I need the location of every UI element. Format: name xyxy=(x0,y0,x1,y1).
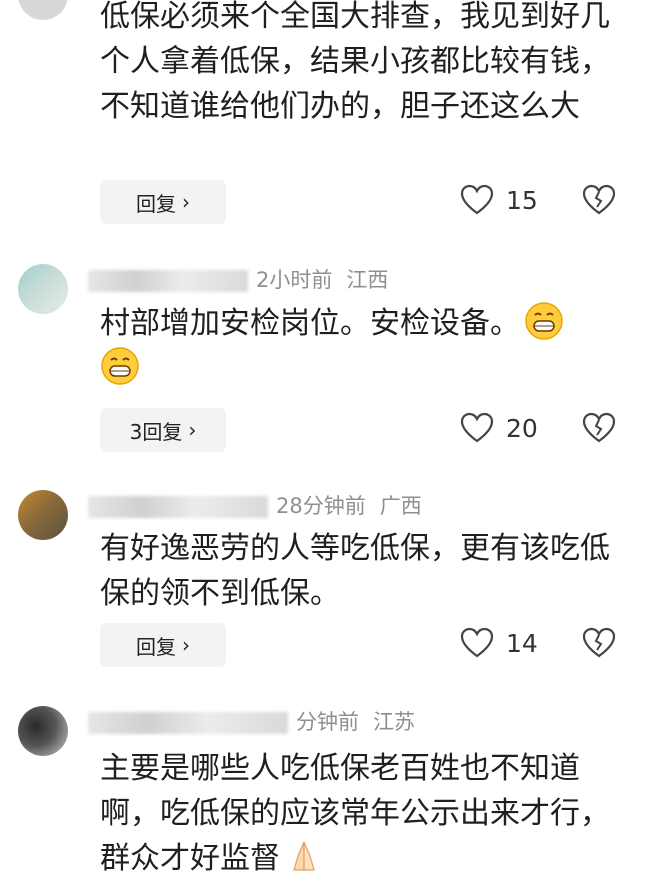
like-button[interactable]: 15 xyxy=(460,184,538,216)
chevron-right-icon: › xyxy=(182,633,190,657)
comment-meta: 2小时前 江西 xyxy=(88,264,388,294)
reply-button[interactable]: 回复 › xyxy=(100,623,226,667)
dislike-button[interactable] xyxy=(582,627,616,663)
broken-heart-icon xyxy=(582,412,616,443)
like-button[interactable]: 20 xyxy=(460,412,538,444)
comment-time: 2小时前 xyxy=(256,268,333,292)
reply-button[interactable]: 回复 › xyxy=(100,180,226,224)
comment-time: 28分钟前 xyxy=(276,494,366,518)
username[interactable] xyxy=(88,496,268,518)
comment-location: 江苏 xyxy=(373,710,415,734)
heart-outline-icon xyxy=(460,184,494,215)
comment-location: 江西 xyxy=(346,268,389,292)
username[interactable] xyxy=(88,270,248,292)
comment-text: 主要是哪些人吃低保老百姓也不知道啊，吃低保的应该常年公示出来才行，群众才好监督 xyxy=(100,746,610,881)
comment-meta: 分钟前 江苏 xyxy=(88,706,415,736)
comment-text-content: 村部增加安检岗位。安检设备。 xyxy=(100,306,520,341)
avatar[interactable] xyxy=(18,706,68,756)
avatar[interactable] xyxy=(18,264,68,314)
like-button[interactable]: 14 xyxy=(460,627,538,659)
reply-label: 3回复 xyxy=(129,419,183,444)
dislike-button[interactable] xyxy=(582,412,616,448)
reply-button[interactable]: 3回复 › xyxy=(100,408,226,452)
comment-time: 分钟前 xyxy=(296,710,359,734)
comment-meta: 28分钟前 广西 xyxy=(88,490,422,520)
comment-text: 村部增加安检岗位。安检设备。 xyxy=(100,301,620,391)
like-count: 14 xyxy=(506,628,538,658)
dislike-button[interactable] xyxy=(582,184,616,220)
comment-location: 广西 xyxy=(379,494,422,518)
heart-outline-icon xyxy=(460,627,494,658)
reply-label: 回复 xyxy=(136,634,176,659)
broken-heart-icon xyxy=(582,627,616,658)
avatar[interactable] xyxy=(18,490,68,540)
chevron-right-icon: › xyxy=(182,190,190,214)
grin-emoji-icon xyxy=(101,347,139,385)
reply-label: 回复 xyxy=(136,191,176,216)
heart-outline-icon xyxy=(460,412,494,443)
broken-heart-icon xyxy=(582,184,616,215)
comment-text: 有好逸恶劳的人等吃低保，更有该吃低保的领不到低保。 xyxy=(100,531,610,611)
comment-text: 低保必须来个全国大排查，我见到好几个人拿着低保，结果小孩都比较有钱，不知道谁给他… xyxy=(100,0,610,124)
like-count: 15 xyxy=(506,185,538,215)
avatar[interactable] xyxy=(18,0,68,20)
comment-text-content: 主要是哪些人吃低保老百姓也不知道啊，吃低保的应该常年公示出来才行，群众才好监督 xyxy=(100,751,610,876)
username[interactable] xyxy=(88,712,288,734)
praying-hands-emoji-icon xyxy=(293,841,315,871)
like-count: 20 xyxy=(506,413,538,443)
chevron-right-icon: › xyxy=(188,418,197,442)
grin-emoji-icon xyxy=(525,302,563,340)
